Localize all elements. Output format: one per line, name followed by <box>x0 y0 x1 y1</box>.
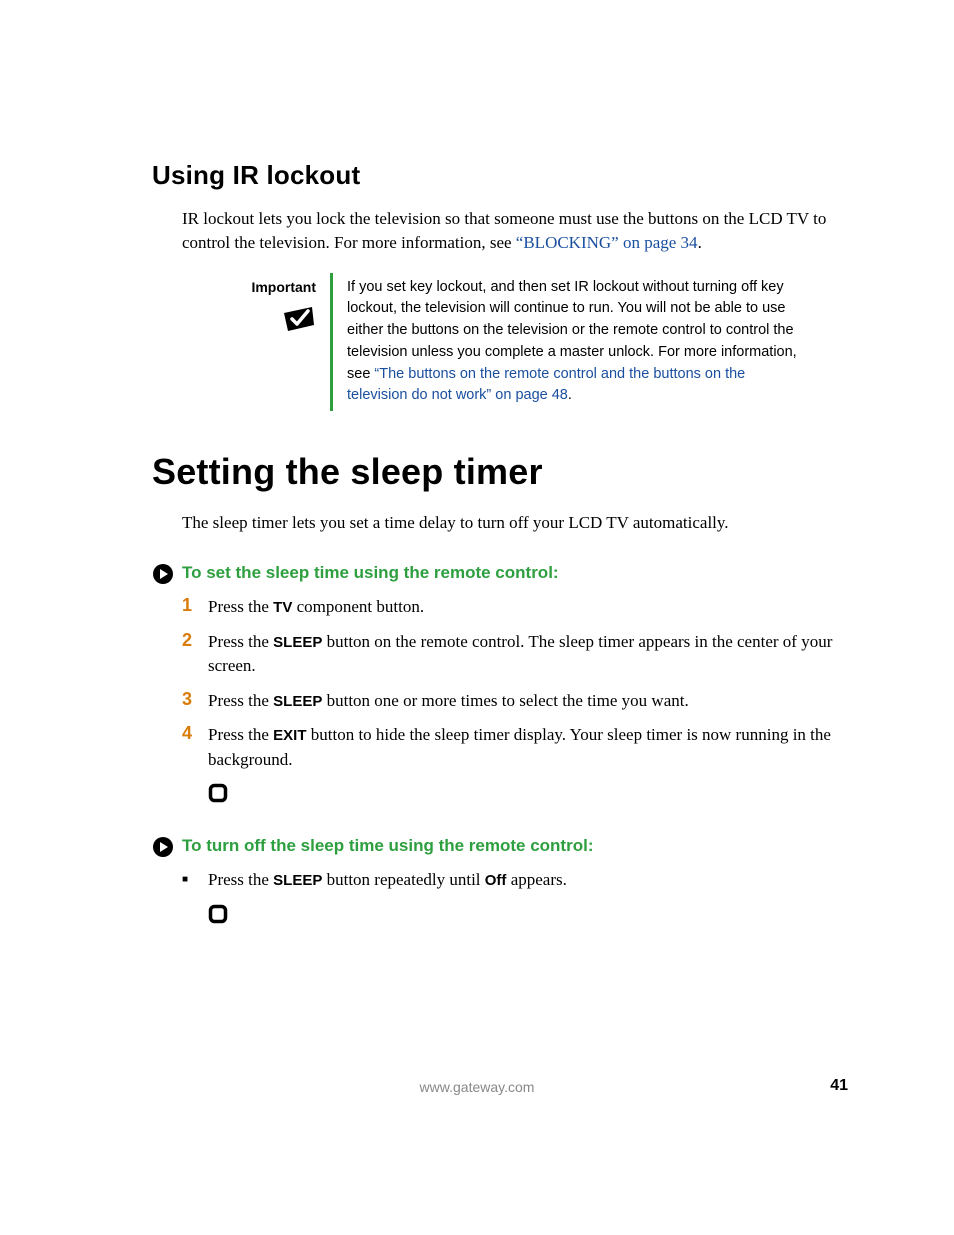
end-of-procedure-icon <box>208 783 854 808</box>
heading-ir-lockout: Using IR lockout <box>152 160 854 191</box>
text: . <box>568 387 572 403</box>
heading-sleep-timer: Setting the sleep timer <box>152 451 854 493</box>
t: Press the <box>208 725 273 744</box>
bold: TV <box>273 599 292 616</box>
text: IR lockout lets you lock the television … <box>182 209 826 252</box>
procedure-turn-off-sleep: To turn off the sleep time using the rem… <box>152 836 854 929</box>
step-1: 1 Press the TV component button. <box>182 595 854 620</box>
play-arrow-icon <box>152 563 174 590</box>
bold: SLEEP <box>273 634 322 651</box>
bullet-text: Press the SLEEP button repeatedly until … <box>208 868 854 894</box>
step-3: 3 Press the SLEEP button one or more tim… <box>182 689 854 714</box>
footer-url: www.gateway.com <box>0 1079 954 1095</box>
step-text: Press the EXIT button to hide the sleep … <box>208 723 854 772</box>
step-number: 1 <box>182 595 208 620</box>
callout-important: Important If you set key lockout, and th… <box>182 273 854 412</box>
procedure-set-sleep: To set the sleep time using the remote c… <box>152 563 854 808</box>
paragraph-ir-lockout: IR lockout lets you lock the television … <box>182 207 854 255</box>
procedure-heading: To set the sleep time using the remote c… <box>182 563 854 583</box>
t: component button. <box>292 597 424 616</box>
page-number: 41 <box>830 1077 848 1095</box>
square-bullet-icon <box>182 868 208 894</box>
link-buttons-do-not-work[interactable]: “The buttons on the remote control and t… <box>347 366 745 404</box>
t: appears. <box>506 870 566 889</box>
step-4: 4 Press the EXIT button to hide the slee… <box>182 723 854 772</box>
t: Press the <box>208 632 273 651</box>
end-of-procedure-icon <box>208 904 854 929</box>
play-arrow-icon <box>152 836 174 863</box>
bold: SLEEP <box>273 872 322 889</box>
procedure-heading: To turn off the sleep time using the rem… <box>182 836 854 856</box>
callout-body: If you set key lockout, and then set IR … <box>330 273 854 412</box>
t: button repeatedly until <box>322 870 484 889</box>
paragraph-sleep-timer: The sleep timer lets you set a time dela… <box>182 511 854 535</box>
step-number: 4 <box>182 723 208 772</box>
t: button one or more times to select the t… <box>322 691 688 710</box>
step-2: 2 Press the SLEEP button on the remote c… <box>182 630 854 679</box>
t: Press the <box>208 597 273 616</box>
step-text: Press the SLEEP button on the remote con… <box>208 630 854 679</box>
t: Press the <box>208 870 273 889</box>
t: Press the <box>208 691 273 710</box>
text: . <box>698 233 702 252</box>
callout-side: Important <box>182 273 330 412</box>
step-text: Press the TV component button. <box>208 595 854 620</box>
step-number: 3 <box>182 689 208 714</box>
bold: SLEEP <box>273 693 322 710</box>
checkmark-badge-icon <box>282 305 316 338</box>
callout-label: Important <box>182 279 316 295</box>
bold: EXIT <box>273 727 306 744</box>
bullet-item: Press the SLEEP button repeatedly until … <box>182 868 854 894</box>
step-text: Press the SLEEP button one or more times… <box>208 689 854 714</box>
link-blocking[interactable]: “BLOCKING” on page 34 <box>516 233 698 252</box>
bold: Off <box>485 872 507 889</box>
step-number: 2 <box>182 630 208 679</box>
